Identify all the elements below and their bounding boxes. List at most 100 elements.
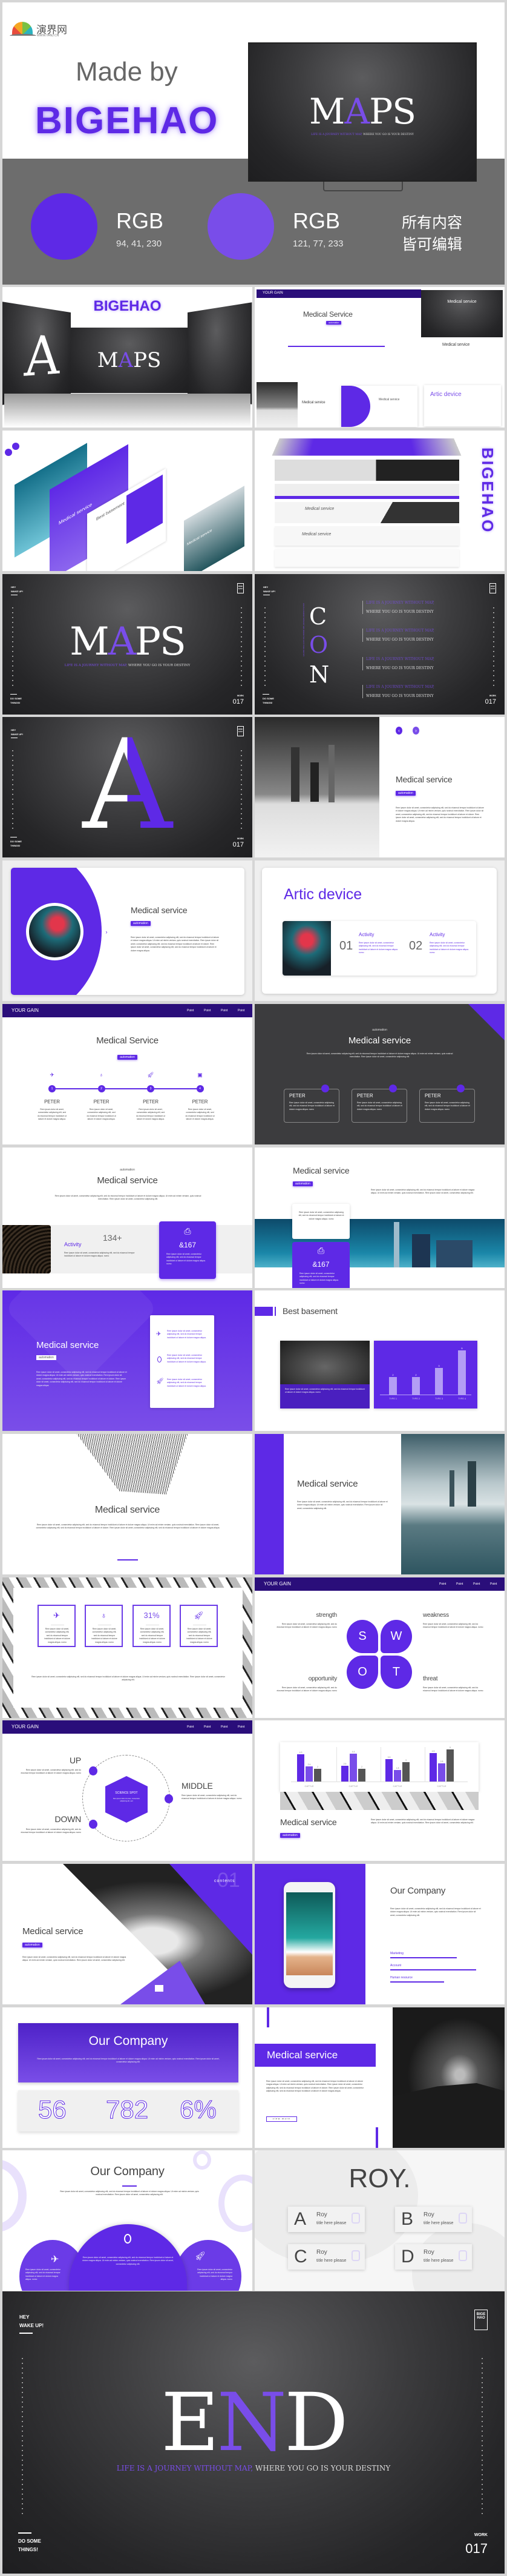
layer-6	[275, 549, 459, 567]
contents-item[interactable]: LIFE IS A JOURNEY WITHOUT MAP, WHERE YOU…	[362, 657, 434, 670]
body-text: Rem ipsum dolor sit amet, consectetur ad…	[396, 807, 484, 822]
nav-point[interactable]: Point	[221, 1009, 227, 1012]
bar	[306, 1766, 313, 1782]
bar-value-label: 3.5	[387, 1756, 391, 1759]
texture-band	[280, 1792, 479, 1810]
timeline-step[interactable]: 2	[97, 1085, 105, 1092]
activity-count: 134+	[103, 1233, 122, 1243]
skill-bar	[390, 1981, 444, 1983]
nav-point[interactable]: Point	[221, 1725, 227, 1729]
slide-isometric: Medical service Best basement Medical se…	[2, 431, 252, 571]
bar	[350, 1753, 357, 1782]
nav-point[interactable]: Point	[187, 1009, 194, 1012]
portrait	[283, 921, 331, 976]
tv-stand	[323, 182, 403, 191]
feature-card: 31% Rem ipsum dolor sit amet, consectetu…	[132, 1605, 171, 1647]
title-marker-line	[275, 1307, 276, 1316]
swot-o: O	[347, 1656, 378, 1689]
editable-note-line1: 所有内容	[402, 214, 463, 231]
printer-icon: ⎙	[184, 1226, 191, 1236]
peter-card: PETER Rem ipsum dolor sit amet, consecte…	[352, 1089, 407, 1123]
balloon-icon: ♁	[100, 1611, 107, 1620]
slide-title: Medical service	[94, 1505, 160, 1515]
body-text: Rem ipsum dolor sit amet, consectetur ad…	[371, 1189, 475, 1195]
contents-item[interactable]: LIFE IS A JOURNEY WITHOUT MAP, WHERE YOU…	[362, 601, 434, 614]
nav-point[interactable]: Point	[238, 1725, 244, 1729]
big-a-text: A	[24, 323, 59, 390]
slide-title: Medical service	[293, 1166, 350, 1175]
view-more-button[interactable]: view more	[266, 2116, 297, 2122]
purple-band	[255, 1434, 284, 1574]
nav-point[interactable]: Point	[456, 1582, 463, 1586]
opportunity-text: Rem ipsum dolor sit amet, consectetur ad…	[276, 1686, 337, 1693]
color-swatch-2	[208, 193, 274, 260]
phone-screen	[286, 1892, 333, 1975]
timeline-step[interactable]: 4	[196, 1085, 204, 1092]
bus-icon	[321, 1085, 329, 1092]
roy-card[interactable]: C Roy title here please	[288, 2244, 365, 2270]
nav-point[interactable]: Point	[439, 1582, 446, 1586]
stat-card: ⎙ &167 Rem ipsum dolor sit amet, consect…	[159, 1221, 216, 1279]
layer-2	[275, 460, 459, 481]
subtitle: automation	[120, 1168, 135, 1172]
bar-value-label: 1.8	[396, 1767, 399, 1770]
title-box: Medical service	[255, 2044, 376, 2067]
body-text: Rem ipsum dolor sit amet, consectetur ad…	[60, 2190, 199, 2196]
prev-button[interactable]: ‹	[396, 727, 402, 735]
swot-w: W	[381, 1620, 412, 1653]
dot-column-right	[241, 750, 242, 829]
banner-text: Rem ipsum dolor sit amet, consectetur ad…	[37, 2058, 220, 2064]
roy-card[interactable]: A Roy title here please	[288, 2207, 365, 2232]
do-some-label: DO SOME THINGS!	[10, 697, 22, 705]
timeline-line	[52, 1088, 200, 1089]
color-2-label: RGB	[293, 208, 341, 233]
activity-text-2: Rem ipsum dolor sit amet, consectetur ad…	[430, 942, 469, 954]
roy-card[interactable]: D Roy title here please	[395, 2244, 472, 2270]
automation-badge: automation	[293, 1181, 313, 1186]
frame-line-bottom	[263, 694, 269, 695]
timeline-step[interactable]: 1	[48, 1085, 56, 1092]
contents-item[interactable]: LIFE IS A JOURNEY WITHOUT MAP, WHERE YOU…	[362, 629, 434, 642]
nav-point[interactable]: Point	[238, 1009, 244, 1012]
slide-grouped-chart: 4.3 2.4 2 2.5 4.4 2 3.5 1.8 3 4.5 2.8 5 …	[255, 1720, 505, 1861]
printer-icon: ⎙	[317, 1246, 325, 1255]
contents-item[interactable]: LIFE IS A JOURNEY WITHOUT MAP, WHERE YOU…	[362, 685, 434, 698]
phone-mockup	[284, 1882, 335, 1988]
plane-icon: ✈	[51, 2254, 59, 2265]
nav-point[interactable]: Point	[490, 1582, 497, 1586]
hey-label: HEY WAKE UP!	[263, 586, 275, 593]
tower	[436, 1240, 473, 1267]
next-arrow-button[interactable]: ›	[102, 926, 111, 938]
truck-photo	[280, 1341, 370, 1384]
bar	[412, 1376, 420, 1395]
slide-end: END LIFE IS A JOURNEY WITHOUT MAP, WHERE…	[2, 2291, 505, 2574]
mini-title: Medical Service	[303, 310, 353, 319]
timeline-step[interactable]: 3	[147, 1085, 154, 1092]
reflection	[4, 394, 250, 428]
next-button[interactable]: ›	[413, 727, 419, 735]
bar	[314, 1768, 321, 1782]
slide-card: › Medical service automation Rem ipsum d…	[11, 868, 244, 995]
rocket-icon: 🚀︎	[147, 1072, 154, 1078]
right-text: Rem ipsum dolor sit amet, consectetur ad…	[197, 2268, 232, 2281]
nav-point[interactable]: Point	[473, 1582, 480, 1586]
mini-title-2: Medical service	[442, 343, 470, 347]
logo-arc	[10, 34, 36, 38]
rocks	[393, 2083, 505, 2148]
bar	[402, 1762, 410, 1782]
nav-point[interactable]: Point	[204, 1009, 211, 1012]
chart-card: 4.3 2.4 2 2.5 4.4 2 3.5 1.8 3 4.5 2.8 5 …	[280, 1742, 479, 1792]
work-label: WORK	[237, 695, 244, 697]
roy-card[interactable]: B Roy title here please	[395, 2207, 472, 2232]
slide-big-a: A HEY WAKE UP! BIGE HAO DO SOME THINGS! WOR…	[2, 717, 252, 857]
up-label: UP	[69, 1755, 81, 1765]
body-text: Rem ipsum dolor sit amet, consectetur ad…	[36, 1524, 220, 1530]
brand-logo-text: BIGEHAO	[35, 100, 219, 142]
down-text: Rem ipsum dolor sit amet, consectetur ad…	[21, 1828, 81, 1834]
bar	[297, 1754, 304, 1782]
panel-left: A	[2, 302, 71, 405]
nav-point[interactable]: Point	[204, 1725, 211, 1729]
text-card: Rem ipsum dolor sit amet, consectetur ad…	[292, 1204, 350, 1239]
color-2-value: 121, 77, 233	[293, 239, 344, 249]
nav-point[interactable]: Point	[187, 1725, 194, 1729]
